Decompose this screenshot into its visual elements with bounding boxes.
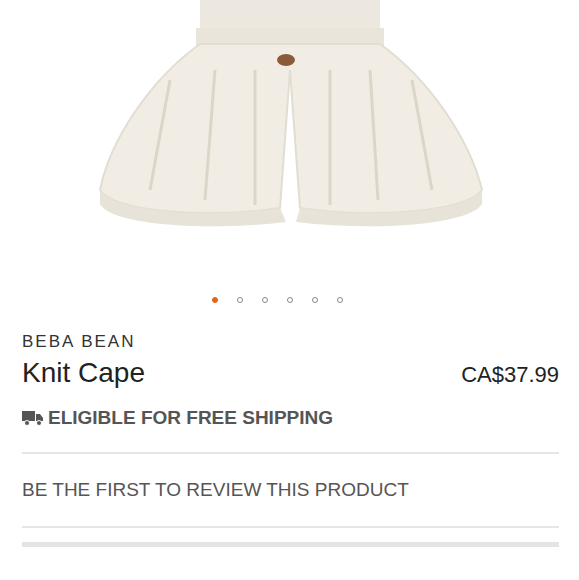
title-row: Knit Cape CA$37.99	[22, 355, 559, 391]
shipping-badge: ELIGIBLE FOR FREE SHIPPING	[22, 405, 559, 431]
product-page: BEBA BEAN Knit Cape CA$37.99 ELIGIBLE FO…	[0, 0, 579, 547]
product-image[interactable]	[0, 0, 579, 280]
carousel-dot[interactable]	[337, 297, 343, 303]
carousel-dot[interactable]	[237, 297, 243, 303]
carousel-dot[interactable]	[312, 297, 318, 303]
carousel-dots	[0, 280, 579, 320]
carousel-dot[interactable]	[212, 297, 218, 303]
knit-cape-photo	[0, 0, 579, 280]
carousel-dot[interactable]	[287, 297, 293, 303]
shipping-label: ELIGIBLE FOR FREE SHIPPING	[48, 405, 333, 431]
truck-icon	[22, 410, 44, 426]
brand-name[interactable]: BEBA BEAN	[22, 332, 559, 352]
divider	[22, 452, 559, 454]
product-price: CA$37.99	[461, 360, 559, 390]
review-prompt[interactable]: BE THE FIRST TO REVIEW THIS PRODUCT	[22, 454, 559, 503]
product-title: Knit Cape	[22, 355, 145, 391]
section-divider	[22, 542, 559, 547]
carousel-dot[interactable]	[262, 297, 268, 303]
product-info: BEBA BEAN Knit Cape CA$37.99 ELIGIBLE FO…	[0, 332, 579, 547]
divider	[22, 526, 559, 528]
